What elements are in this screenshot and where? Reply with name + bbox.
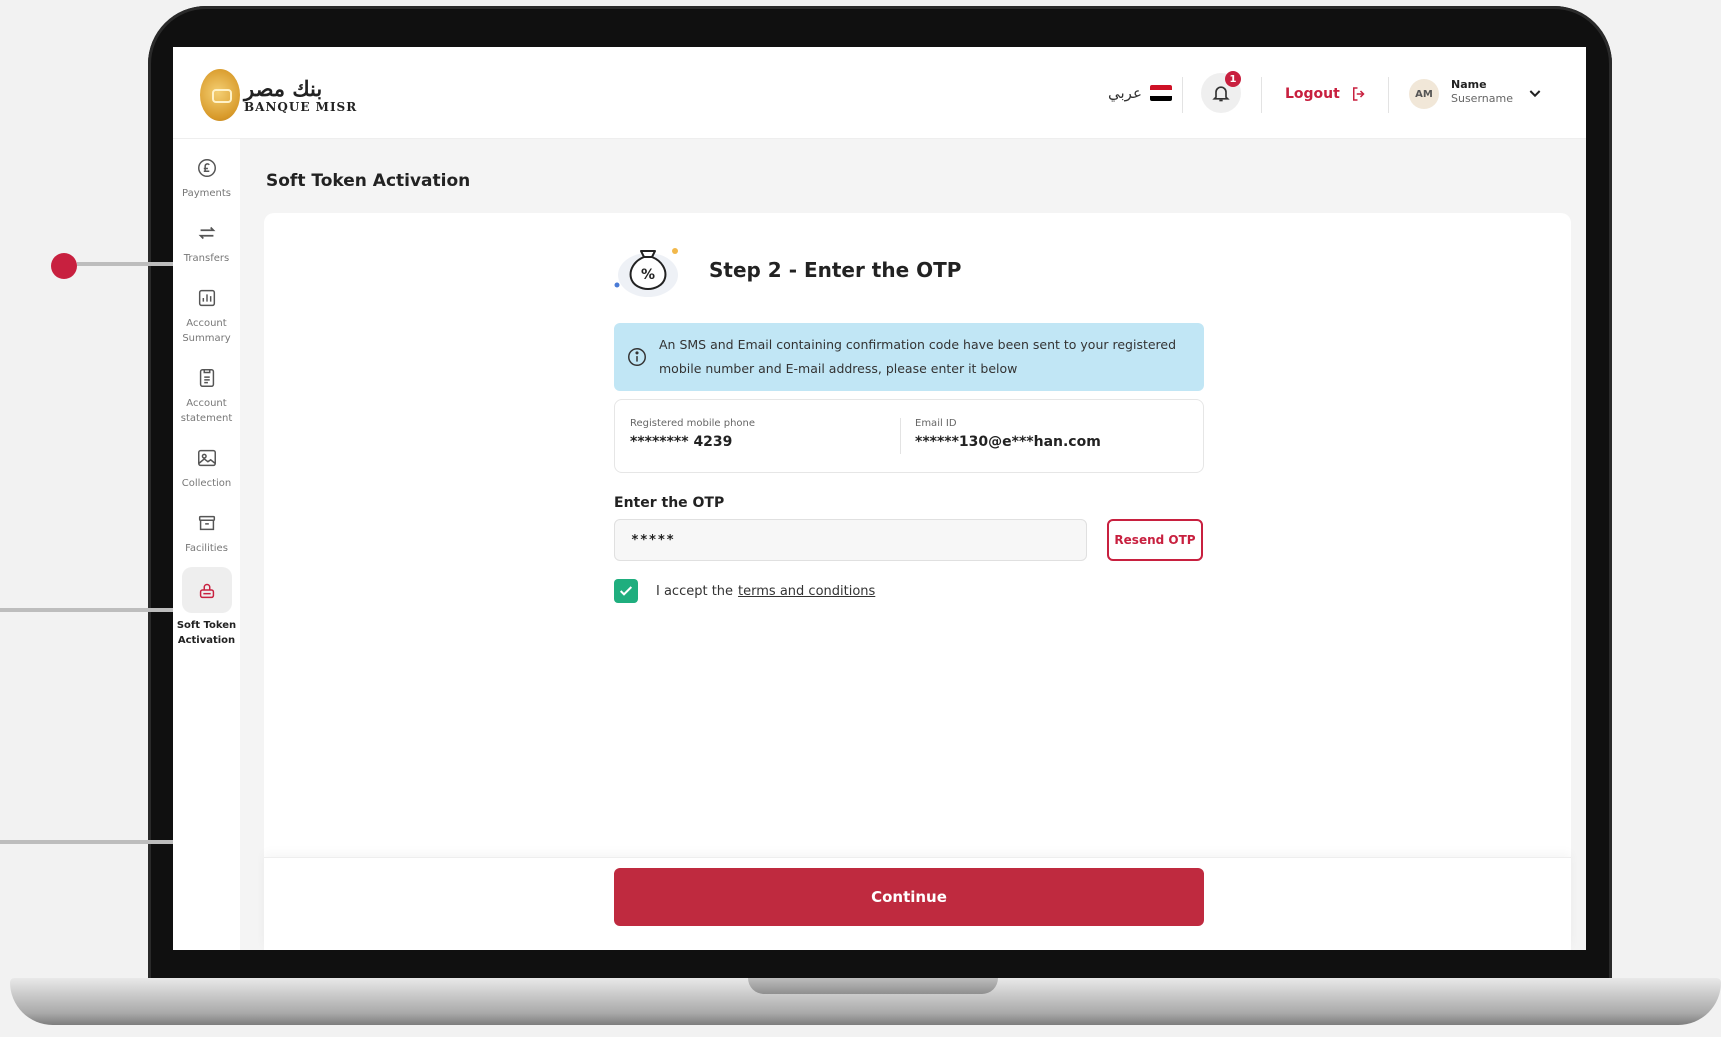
avatar[interactable]: AM	[1409, 79, 1439, 109]
info-icon	[628, 348, 646, 366]
header-divider	[1182, 77, 1183, 113]
mobile-label: Registered mobile phone	[630, 418, 756, 429]
notifications-button[interactable]: 1	[1201, 71, 1241, 113]
bank-coin-icon	[200, 69, 240, 121]
info-banner: An SMS and Email containing confirmation…	[614, 323, 1204, 391]
otp-card: % Step 2 - Enter the OTP An SMS and Emai…	[264, 213, 1571, 950]
otp-label: Enter the OTP	[614, 495, 725, 511]
bar-chart-icon	[196, 287, 218, 309]
bank-name-arabic: بنك مصر	[244, 75, 323, 101]
notification-badge: 1	[1225, 71, 1241, 87]
checkmark-icon	[619, 586, 633, 596]
language-switch[interactable]: عربي	[1108, 84, 1172, 102]
sidebar-item-label: Payments	[182, 188, 231, 199]
mobile-detail: Registered mobile phone ******** 4239	[630, 418, 755, 450]
bank-logo[interactable]: بنك مصر BANQUE MISR	[200, 69, 357, 121]
callout-dot	[51, 253, 77, 279]
info-banner-text: An SMS and Email containing confirmation…	[659, 336, 1177, 376]
action-footer: Continue	[264, 857, 1571, 950]
sidebar: Payments Transfers Account Summary Accou…	[173, 139, 240, 950]
logout-button[interactable]: Logout	[1285, 85, 1368, 103]
sidebar-item-label: Account statement	[180, 398, 233, 424]
top-header: بنك مصر BANQUE MISR عربي 1 Logout AM Nam…	[173, 47, 1586, 139]
header-divider	[1388, 77, 1389, 113]
email-detail: Email ID ******130@e***han.com	[915, 418, 1101, 450]
sidebar-item-label: Facilities	[185, 543, 228, 554]
terms-row: I accept the terms and conditions	[614, 579, 875, 603]
bank-name-english: BANQUE MISR	[244, 99, 358, 114]
archive-box-icon	[196, 512, 218, 534]
transfer-arrows-icon	[196, 222, 218, 244]
resend-otp-button[interactable]: Resend OTP	[1107, 519, 1203, 561]
collection-image-icon	[196, 447, 218, 469]
document-list-icon	[196, 367, 218, 389]
terms-prefix: I accept the	[656, 583, 734, 599]
email-label: Email ID	[915, 418, 957, 429]
laptop-notch	[748, 978, 998, 994]
bell-icon	[1212, 86, 1230, 102]
logout-label: Logout	[1285, 86, 1340, 102]
user-name: Name	[1451, 78, 1487, 91]
user-username: Susername	[1451, 91, 1513, 105]
language-label: عربي	[1108, 84, 1142, 102]
chevron-down-icon[interactable]	[1527, 85, 1543, 101]
step-title: Step 2 - Enter the OTP	[709, 258, 962, 282]
sidebar-item-facilities[interactable]: Facilities	[173, 512, 240, 557]
sidebar-item-label: Account Summary	[182, 318, 231, 344]
pound-coin-icon	[196, 157, 218, 179]
token-lock-icon	[196, 579, 218, 601]
sidebar-item-account-statement[interactable]: Account statement	[173, 367, 240, 426]
egypt-flag-icon	[1149, 85, 1172, 101]
svg-text:%: %	[641, 267, 655, 283]
sidebar-item-label: Collection	[181, 478, 232, 489]
sidebar-item-soft-token-activation[interactable]: Soft Token Activation	[173, 567, 240, 648]
main-content: Soft Token Activation % Step 2 - Enter t…	[240, 139, 1586, 950]
terms-link[interactable]: terms and conditions	[738, 584, 875, 599]
page-title: Soft Token Activation	[266, 171, 471, 191]
sidebar-item-transfers[interactable]: Transfers	[173, 222, 240, 267]
terms-checkbox[interactable]	[614, 579, 638, 603]
sidebar-item-label: Soft Token Activation	[176, 620, 237, 646]
mobile-value: ******** 4239	[630, 434, 733, 450]
sidebar-item-label: Transfers	[183, 253, 230, 264]
money-bag-percent-icon: %	[614, 248, 678, 297]
app-screen: بنك مصر BANQUE MISR عربي 1 Logout AM Nam…	[173, 47, 1586, 950]
user-info[interactable]: Name Susername	[1451, 78, 1513, 106]
otp-input[interactable]	[614, 519, 1087, 561]
header-divider	[1261, 77, 1262, 113]
contact-details-box: Registered mobile phone ******** 4239 Em…	[614, 399, 1204, 473]
continue-button[interactable]: Continue	[614, 868, 1204, 926]
sidebar-item-account-summary[interactable]: Account Summary	[173, 287, 240, 346]
sidebar-item-collection[interactable]: Collection	[173, 447, 240, 492]
logout-icon	[1352, 87, 1365, 101]
email-value: ******130@e***han.com	[915, 434, 1101, 450]
sidebar-item-payments[interactable]: Payments	[173, 157, 240, 202]
detail-divider	[900, 418, 901, 454]
